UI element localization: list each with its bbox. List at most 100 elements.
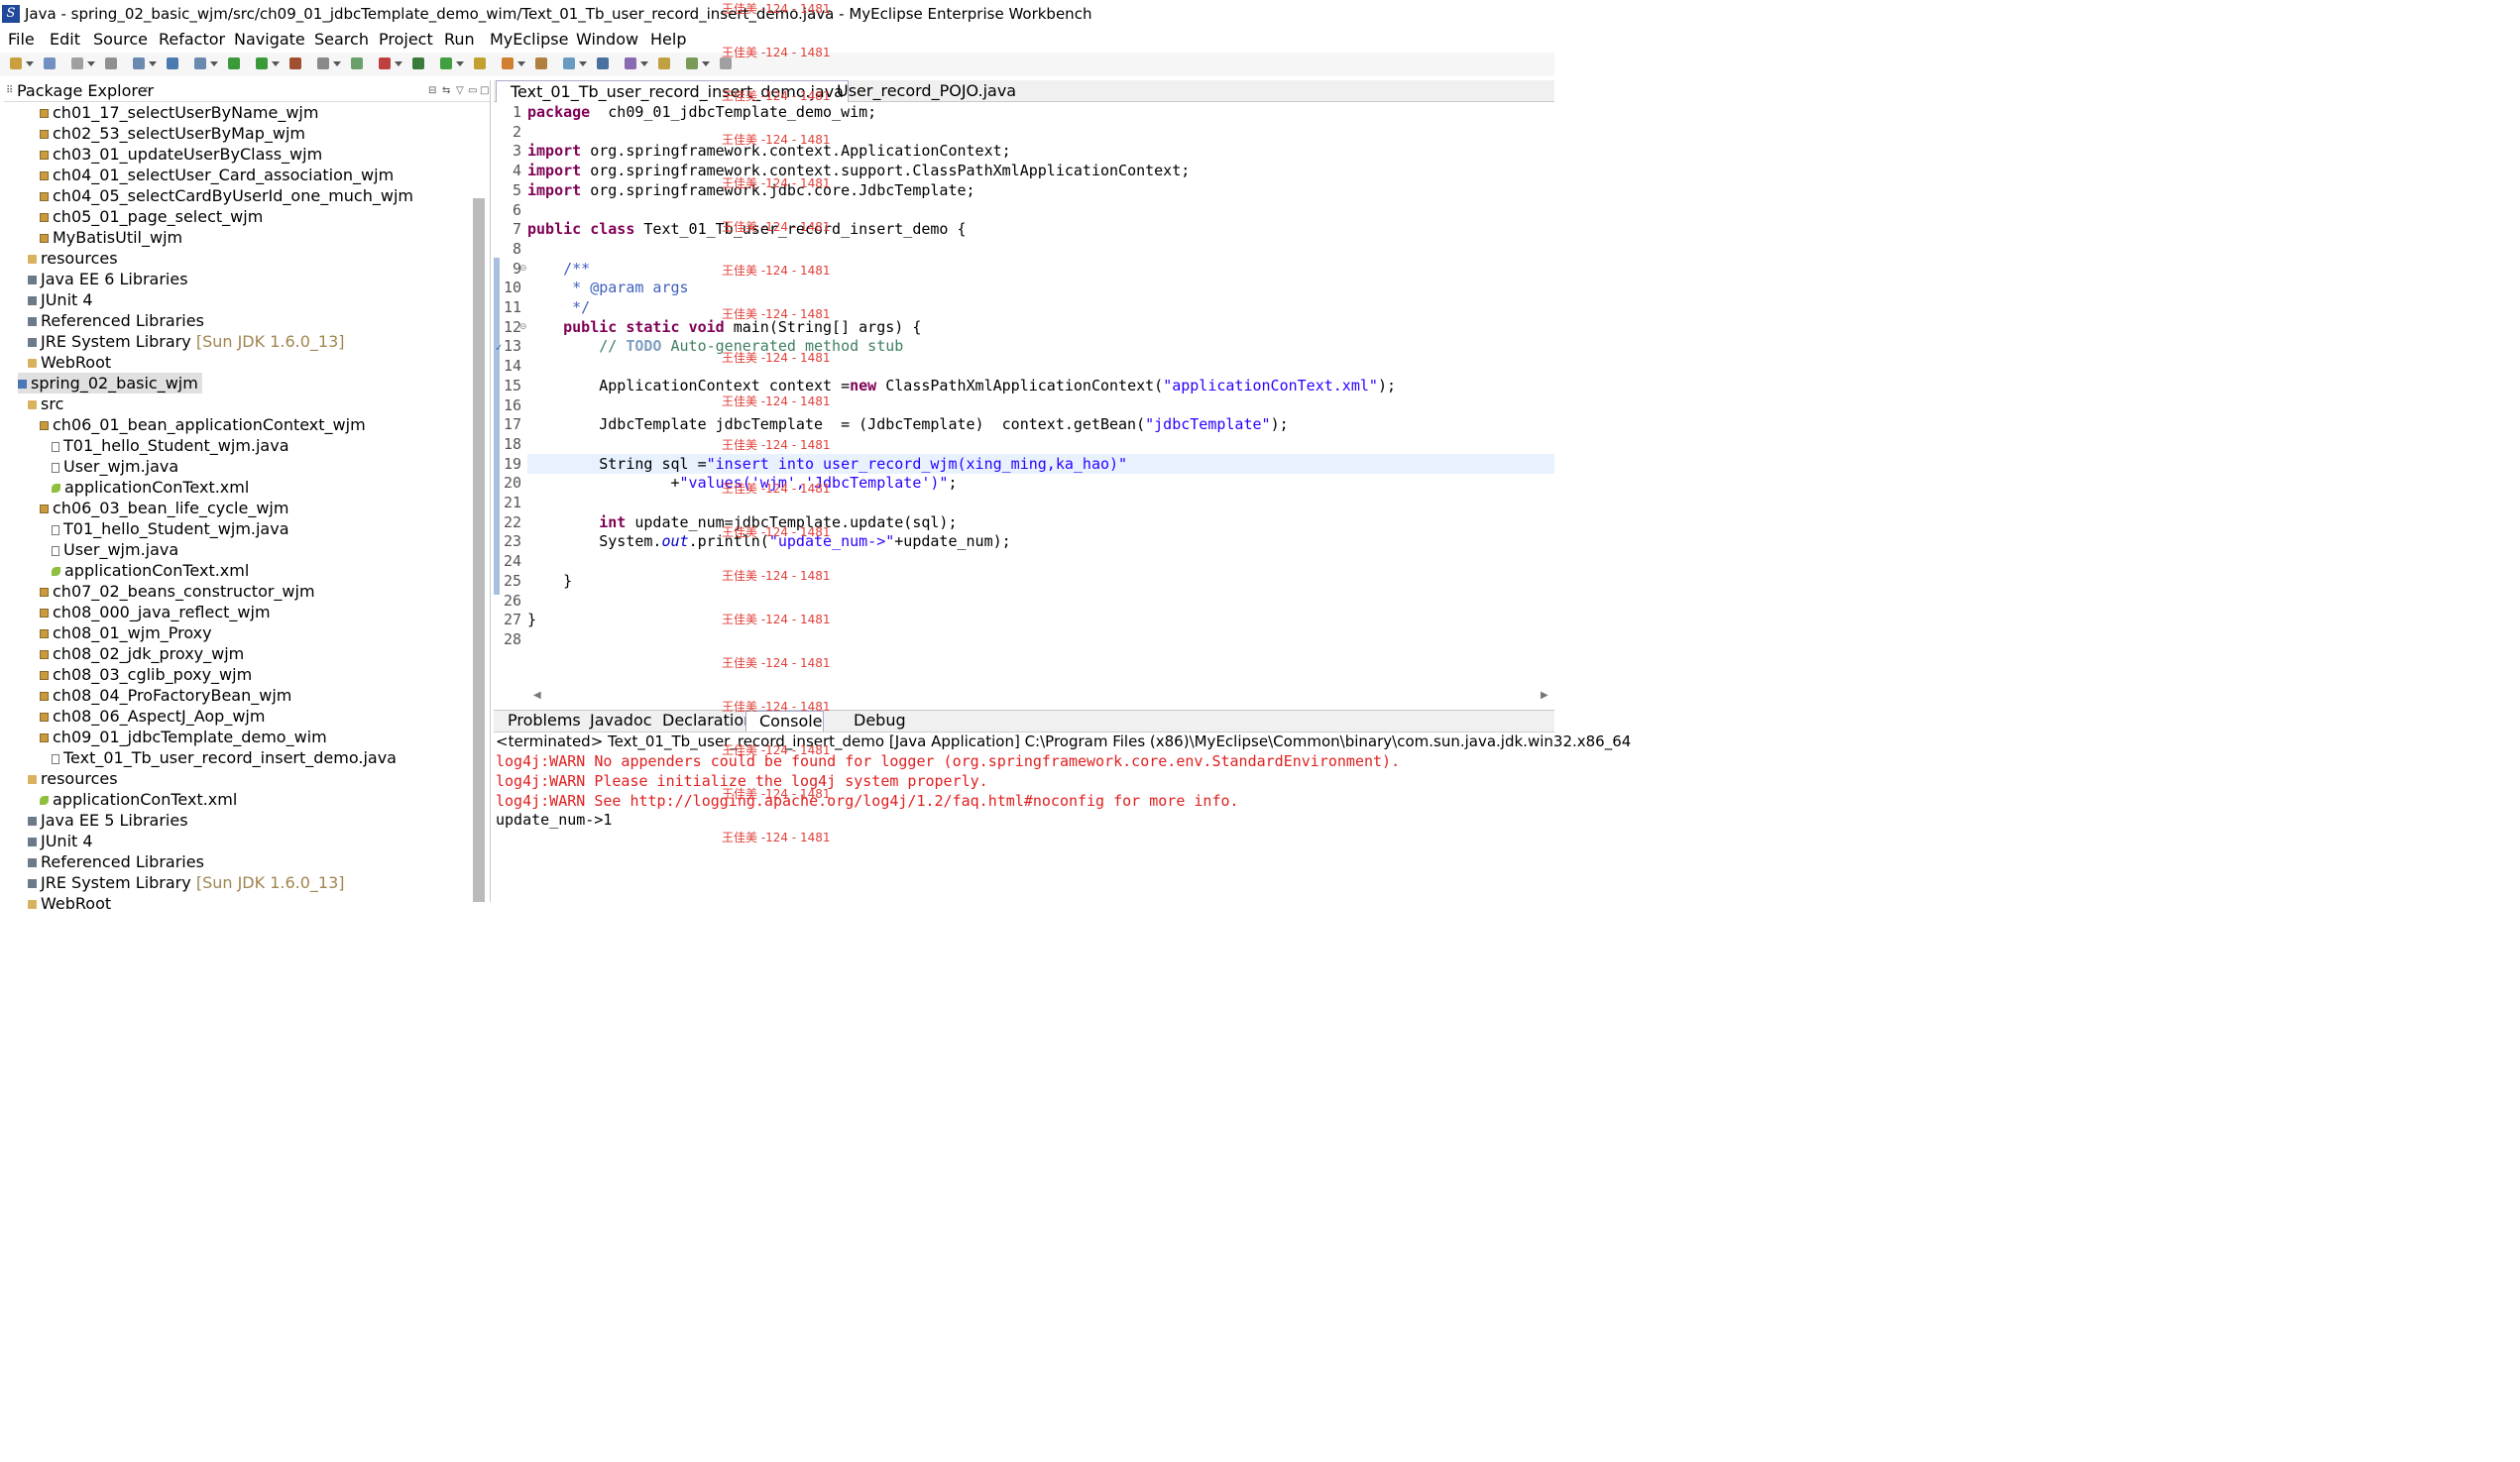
- code-line[interactable]: */: [527, 298, 590, 316]
- toolbar-button-icon[interactable]: [658, 57, 670, 69]
- toolbar-button-icon[interactable]: [625, 57, 636, 69]
- tree-item[interactable]: JRE System Library [Sun JDK 1.6.0_13]: [28, 872, 345, 893]
- explorer-scrollbar[interactable]: [473, 198, 485, 902]
- chevron-down-icon[interactable]: [26, 61, 34, 66]
- code-line[interactable]: package ch09_01_jdbcTemplate_demo_wim;: [527, 103, 876, 121]
- toolbar-button-icon[interactable]: [720, 57, 732, 69]
- code-line[interactable]: public static void main(String[] args) {: [527, 318, 921, 336]
- code-line[interactable]: // TODO Auto-generated method stub: [527, 337, 903, 355]
- toolbar-button-icon[interactable]: [44, 57, 56, 69]
- toolbar-button-icon[interactable]: [71, 57, 83, 69]
- code-line[interactable]: /**: [527, 260, 590, 278]
- menu-window[interactable]: Window: [576, 30, 638, 49]
- tree-item[interactable]: resources: [28, 248, 118, 269]
- tree-item[interactable]: spring_02_basic_wjm: [18, 373, 202, 394]
- code-line[interactable]: import org.springframework.context.suppo…: [527, 162, 1190, 179]
- menu-refactor[interactable]: Refactor: [159, 30, 225, 49]
- toolbar-button-icon[interactable]: [563, 57, 575, 69]
- tree-item[interactable]: ch04_05_selectCardByUserId_one_much_wjm: [40, 185, 413, 206]
- menu-run[interactable]: Run: [444, 30, 475, 49]
- code-line[interactable]: import org.springframework.context.Appli…: [527, 142, 1011, 160]
- toolbar-button-icon[interactable]: [535, 57, 547, 69]
- toolbar-button-icon[interactable]: [440, 57, 452, 69]
- toolbar-button-icon[interactable]: [133, 57, 145, 69]
- console-tab-javadoc[interactable]: Javadoc: [577, 711, 652, 731]
- tree-item[interactable]: resources: [28, 768, 118, 789]
- fold-icon[interactable]: ⊖: [519, 322, 527, 332]
- menu-edit[interactable]: Edit: [50, 30, 80, 49]
- code-line[interactable]: public class Text_01_Tb_user_record_inse…: [527, 220, 967, 238]
- chevron-down-icon[interactable]: [333, 61, 341, 66]
- toolbar-button-icon[interactable]: [597, 57, 609, 69]
- editor-tab[interactable]: Text_01_Tb_user_record_insert_demo.java: [496, 80, 849, 102]
- tree-item[interactable]: ch06_03_bean_life_cycle_wjm: [40, 498, 288, 518]
- toolbar-button-icon[interactable]: [289, 57, 301, 69]
- tree-item[interactable]: WebRoot: [28, 352, 111, 373]
- tree-item[interactable]: ch01_17_selectUserByName_wjm: [40, 102, 318, 123]
- chevron-down-icon[interactable]: [517, 61, 525, 66]
- tree-item[interactable]: Java EE 5 Libraries: [28, 810, 188, 831]
- tree-item[interactable]: ch09_01_jdbcTemplate_demo_wim: [40, 727, 327, 747]
- tree-item[interactable]: Referenced Libraries: [28, 851, 204, 872]
- chevron-down-icon[interactable]: [702, 61, 710, 66]
- tree-item[interactable]: ch07_02_beans_constructor_wjm: [40, 581, 315, 602]
- tree-item[interactable]: Referenced Libraries: [28, 310, 204, 331]
- minimize-icon[interactable]: ▭: [468, 85, 477, 96]
- code-line[interactable]: }: [527, 611, 536, 628]
- toolbar-button-icon[interactable]: [167, 57, 178, 69]
- tree-item[interactable]: ch06_01_bean_applicationContext_wjm: [40, 414, 366, 435]
- toolbar-button-icon[interactable]: [10, 57, 22, 69]
- tree-item[interactable]: ch08_04_ProFactoryBean_wjm: [40, 685, 291, 706]
- console-tab-problems[interactable]: Problems: [495, 711, 581, 731]
- chevron-down-icon[interactable]: [456, 61, 464, 66]
- toolbar-button-icon[interactable]: [474, 57, 486, 69]
- menu-search[interactable]: Search: [314, 30, 369, 49]
- toolbar-button-icon[interactable]: [502, 57, 514, 69]
- console-tab-debug[interactable]: Debug: [841, 711, 906, 731]
- editor-horizontal-scrollbar[interactable]: [525, 689, 1554, 703]
- tree-item[interactable]: applicationConText.xml: [52, 560, 249, 581]
- tree-item[interactable]: User_wjm.java: [52, 456, 178, 477]
- chevron-down-icon[interactable]: [272, 61, 280, 66]
- tree-item[interactable]: ch08_000_java_reflect_wjm: [40, 602, 271, 622]
- collapse-all-icon[interactable]: ⊟: [428, 85, 436, 96]
- tree-item[interactable]: ch04_01_selectUser_Card_association_wjm: [40, 165, 394, 185]
- chevron-down-icon[interactable]: [87, 61, 95, 66]
- tree-item[interactable]: T01_hello_Student_wjm.java: [52, 518, 289, 539]
- tree-item[interactable]: MyBatisUtil_wjm: [40, 227, 182, 248]
- console-tab-console[interactable]: Console: [745, 711, 824, 731]
- scroll-left-icon[interactable]: ◀: [533, 690, 541, 701]
- link-editor-icon[interactable]: ⇆: [442, 85, 450, 96]
- code-line[interactable]: import org.springframework.jdbc.core.Jdb…: [527, 181, 975, 199]
- toolbar-button-icon[interactable]: [412, 57, 424, 69]
- tree-item[interactable]: ch02_53_selectUserByMap_wjm: [40, 123, 305, 144]
- tree-item[interactable]: JUnit 4: [28, 289, 93, 310]
- menu-help[interactable]: Help: [650, 30, 686, 49]
- fold-icon[interactable]: ⊖: [519, 264, 527, 274]
- tree-item[interactable]: ch08_01_wjm_Proxy: [40, 622, 212, 643]
- code-line[interactable]: int update_num=jdbcTemplate.update(sql);: [527, 513, 957, 531]
- code-line[interactable]: JdbcTemplate jdbcTemplate = (JdbcTemplat…: [527, 415, 1288, 433]
- close-icon[interactable]: ✕: [141, 85, 149, 96]
- tree-item[interactable]: ch05_01_page_select_wjm: [40, 206, 263, 227]
- tree-item[interactable]: src: [28, 394, 63, 414]
- chevron-down-icon[interactable]: [210, 61, 218, 66]
- chevron-down-icon[interactable]: [395, 61, 402, 66]
- maximize-icon[interactable]: □: [480, 85, 489, 96]
- tree-item[interactable]: T01_hello_Student_wjm.java: [52, 435, 289, 456]
- chevron-down-icon[interactable]: [579, 61, 587, 66]
- toolbar-button-icon[interactable]: [105, 57, 117, 69]
- toolbar-button-icon[interactable]: [256, 57, 268, 69]
- tree-item[interactable]: JRE System Library [Sun JDK 1.6.0_13]: [28, 331, 345, 352]
- toolbar-button-icon[interactable]: [228, 57, 240, 69]
- toolbar-button-icon[interactable]: [379, 57, 391, 69]
- scroll-right-icon[interactable]: ▶: [1541, 690, 1548, 701]
- menu-project[interactable]: Project: [379, 30, 433, 49]
- tree-item[interactable]: JUnit 4: [28, 831, 93, 851]
- tree-item[interactable]: ch08_02_jdk_proxy_wjm: [40, 643, 244, 664]
- tree-item[interactable]: applicationConText.xml: [40, 789, 237, 810]
- chevron-down-icon[interactable]: [640, 61, 648, 66]
- menu-source[interactable]: Source: [93, 30, 148, 49]
- tree-item[interactable]: User_wjm.java: [52, 539, 178, 560]
- tree-item[interactable]: Text_01_Tb_user_record_insert_demo.java: [52, 747, 397, 768]
